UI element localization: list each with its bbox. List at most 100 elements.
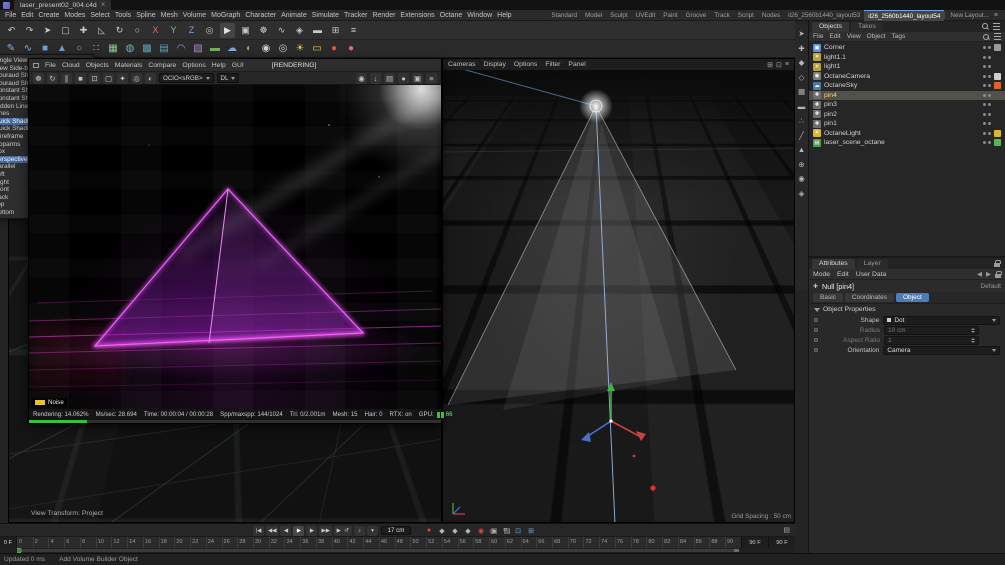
viewport-menu-item[interactable]: Options <box>514 61 537 68</box>
ocio-view-select[interactable]: OCIO<sRGB> <box>159 73 214 83</box>
close-document-icon[interactable]: × <box>101 1 106 9</box>
area-light-icon[interactable]: ▭ <box>310 42 324 56</box>
menu-item[interactable]: Volume <box>183 12 206 19</box>
ruler-tick[interactable]: 82 <box>662 537 678 548</box>
octane-settings-icon[interactable]: ☸ <box>33 73 44 84</box>
ruler-tick[interactable]: 72 <box>583 537 599 548</box>
octane-menu-item[interactable]: File <box>45 62 56 69</box>
object-name[interactable]: pin2 <box>824 111 978 118</box>
ruler-tick[interactable]: 54 <box>442 537 458 548</box>
attribute-section-tab[interactable]: Basic <box>813 293 843 302</box>
menu-item[interactable]: Render <box>372 12 395 19</box>
ruler-tick[interactable]: 6 <box>64 537 80 548</box>
goto-start-button[interactable]: |◀ <box>253 526 264 536</box>
viewport-menu-icon[interactable]: ≡ <box>785 61 789 69</box>
object-tag-icon[interactable] <box>994 82 1001 89</box>
current-frame-field[interactable]: 0 F <box>0 537 17 548</box>
octane-node-icon[interactable]: ● <box>344 42 358 56</box>
stop-render-icon[interactable]: ■ <box>75 73 86 84</box>
ruler-tick[interactable]: 48 <box>395 537 411 548</box>
ruler-tick[interactable]: 28 <box>237 537 253 548</box>
attribute-section-tab[interactable]: Coordinates <box>845 293 894 302</box>
object-tag-icon[interactable] <box>994 101 1001 108</box>
object-name[interactable]: pin1 <box>824 120 978 127</box>
camera-icon[interactable]: ◉ <box>259 42 273 56</box>
ruler-tick[interactable]: 14 <box>127 537 143 548</box>
filter-search-icon[interactable] <box>982 33 990 41</box>
menu-item[interactable]: Animate <box>281 12 307 19</box>
preview-range-end-field[interactable]: 90 F <box>741 537 768 548</box>
ruler-tick[interactable]: 36 <box>300 537 316 548</box>
attribute-mode-item[interactable]: Edit <box>837 271 849 278</box>
range-handle-left[interactable] <box>17 549 22 552</box>
redo-icon[interactable]: ↷ <box>22 23 37 38</box>
render-picture-viewer-button[interactable]: ▣ <box>238 23 253 38</box>
layout-tab[interactable]: Paint <box>659 10 681 21</box>
viewport-solo-icon[interactable]: ◉ <box>796 173 807 184</box>
filter-icon[interactable] <box>994 33 1001 40</box>
coordinate-system-icon[interactable]: ◎ <box>202 23 217 38</box>
ruler-tick[interactable]: 26 <box>222 537 238 548</box>
ruler-tick[interactable]: 30 <box>253 537 269 548</box>
preset-dropdown[interactable]: Default <box>980 283 1001 290</box>
move-tool-icon[interactable]: ✚ <box>76 23 91 38</box>
visibility-dots[interactable] <box>981 132 991 135</box>
ruler-tick[interactable]: 38 <box>316 537 332 548</box>
radius-field[interactable]: 10 cm <box>884 326 979 335</box>
move-axes-icon[interactable]: ✚ <box>796 43 807 54</box>
object-row[interactable]: ▤ laser_scene_octane <box>809 138 1005 148</box>
ffd-deformer-icon[interactable]: ▧ <box>191 42 205 56</box>
ruler-tick[interactable]: 12 <box>111 537 127 548</box>
workplane-mode-icon[interactable]: ▬ <box>796 101 807 112</box>
link-timeline-icon[interactable]: ⊞ <box>526 526 536 536</box>
ruler-tick[interactable]: 62 <box>505 537 521 548</box>
quantize-icon[interactable]: ≡ <box>346 23 361 38</box>
shape-dropdown[interactable]: Dot <box>883 316 1000 325</box>
field-icon[interactable]: ◍ <box>123 42 137 56</box>
polygons-mode-icon[interactable]: ▲ <box>796 144 807 155</box>
object-tag-icon[interactable] <box>994 139 1001 146</box>
octane-menu-item[interactable]: Cloud <box>62 62 80 69</box>
record-scale-button[interactable]: ◆ <box>450 526 460 536</box>
object-tag-icon[interactable] <box>994 63 1001 70</box>
menu-item[interactable]: Modes <box>64 12 85 19</box>
ruler-tick[interactable]: 46 <box>379 537 395 548</box>
modeling-settings-icon[interactable]: ⊞ <box>328 23 343 38</box>
history-forward-icon[interactable]: ▶ <box>986 270 991 278</box>
ruler-tick[interactable]: 90 <box>725 537 741 548</box>
viewport-scene[interactable]: Grid Spacing : 50 cm <box>443 70 795 523</box>
octane-menu-item[interactable]: Materials <box>115 62 143 69</box>
focus-picker-icon[interactable]: ◎ <box>131 73 142 84</box>
object-name[interactable]: light1 <box>824 63 978 70</box>
object-name[interactable]: light1.1 <box>824 54 978 61</box>
timeline-scale-field[interactable]: 17 cm <box>381 526 411 535</box>
ruler-tick[interactable]: 20 <box>174 537 190 548</box>
main-viewport[interactable]: CamerasDisplayOptionsFilterPanel ⊞⊡≡ <box>442 58 795 523</box>
ruler-tick[interactable]: 4 <box>48 537 64 548</box>
menu-item[interactable]: Help <box>497 12 511 19</box>
last-tool-icon[interactable]: ○ <box>130 23 145 38</box>
loop-playback-button[interactable]: ↺ <box>341 526 352 536</box>
previous-frame-button[interactable]: ◀◀ <box>266 526 278 536</box>
visibility-dots[interactable] <box>981 94 991 97</box>
edges-mode-icon[interactable]: ╱ <box>796 130 807 141</box>
layout-menu-icon[interactable]: ≡ <box>994 12 1000 19</box>
next-frame-button[interactable]: ▶▶ <box>319 526 331 536</box>
menu-item[interactable]: Spline <box>136 12 155 19</box>
object-name[interactable]: Corner <box>824 44 978 51</box>
axis-modify-icon[interactable]: ⊕ <box>796 159 807 170</box>
layout-tab[interactable]: Standard <box>547 10 581 21</box>
lock-icon[interactable] <box>995 271 1001 278</box>
tab-objects[interactable]: Objects <box>812 22 849 32</box>
play-sound-button[interactable]: ♪ <box>354 526 365 536</box>
ruler-tick[interactable]: 18 <box>159 537 175 548</box>
visibility-dots[interactable] <box>981 75 991 78</box>
layout-tab[interactable]: il26_2560b1440_layout54 <box>864 10 944 21</box>
framerate-menu-button[interactable]: ▾ <box>367 526 378 536</box>
timeline-options-icon[interactable]: ≡ <box>500 526 510 536</box>
ruler-tick[interactable]: 76 <box>615 537 631 548</box>
attribute-section-tab[interactable]: Object <box>896 293 929 302</box>
ruler-tick[interactable]: 88 <box>709 537 725 548</box>
object-mode-icon[interactable]: ◇ <box>796 72 807 83</box>
snap-enable-icon[interactable]: ◈ <box>796 188 807 199</box>
